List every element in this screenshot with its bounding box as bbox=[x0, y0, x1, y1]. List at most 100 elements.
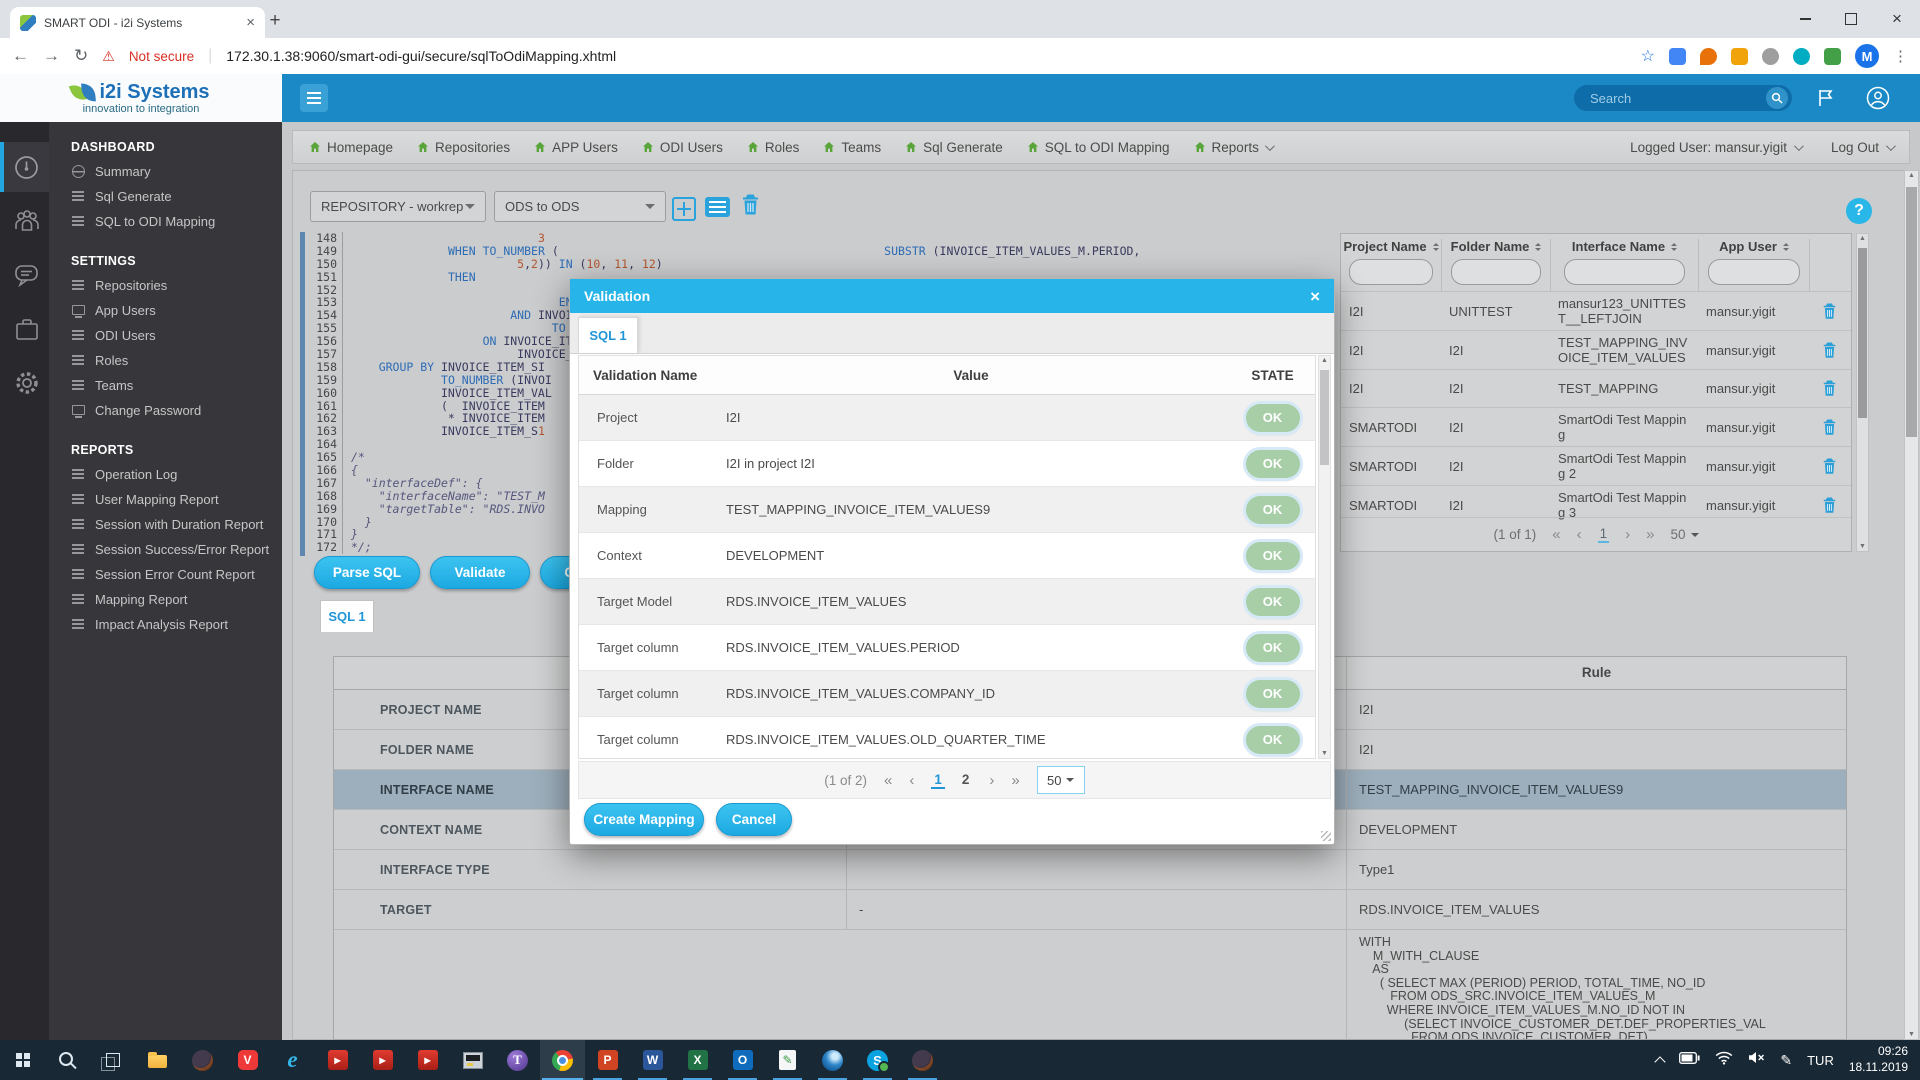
nav-item[interactable]: Reports bbox=[1194, 140, 1272, 155]
app-logo[interactable]: i2i Systems innovation to integration bbox=[0, 74, 282, 122]
column-header-folder[interactable]: Folder Name bbox=[1441, 239, 1550, 291]
nav-item[interactable]: Teams bbox=[823, 140, 881, 155]
sidebar-item[interactable]: Sql Generate bbox=[49, 184, 282, 209]
window-close-button[interactable]: × bbox=[1874, 0, 1920, 38]
list-view-icon[interactable] bbox=[705, 197, 730, 217]
tab-close-icon[interactable]: × bbox=[246, 15, 255, 30]
parse-sql-button[interactable]: Parse SQL bbox=[314, 556, 420, 589]
Target Model[interactable]: Target Model RDS.INVOICE_ITEM_VALUES OK bbox=[579, 579, 1315, 625]
rail-messages-icon[interactable] bbox=[0, 250, 49, 300]
delete-row-button[interactable] bbox=[1809, 419, 1849, 436]
Target column[interactable]: Target column RDS.INVOICE_ITEM_VALUES.OL… bbox=[579, 717, 1315, 759]
nav-item[interactable]: SQL to ODI Mapping bbox=[1027, 140, 1170, 155]
status-badge-ok[interactable]: OK bbox=[1246, 588, 1300, 616]
window-minimize-button[interactable] bbox=[1782, 0, 1828, 38]
sidebar-item[interactable]: Teams bbox=[49, 373, 282, 398]
extension-icon-teal[interactable] bbox=[1793, 48, 1810, 65]
battery-icon[interactable] bbox=[1679, 1051, 1700, 1069]
sidebar-item[interactable]: Session with Duration Report bbox=[49, 512, 282, 537]
tab-sql-1[interactable]: SQL 1 bbox=[320, 600, 374, 632]
app-dark-circle-icon-2[interactable] bbox=[900, 1040, 945, 1080]
nav-item[interactable]: Homepage bbox=[309, 140, 393, 155]
pagination-page-1[interactable]: 1 bbox=[1598, 526, 1610, 543]
Folder[interactable]: Folder I2I in project I2I OK bbox=[579, 441, 1315, 487]
page-scrollbar[interactable] bbox=[1904, 170, 1919, 1040]
excel-icon[interactable]: X bbox=[675, 1040, 720, 1080]
mappings-table-scrollbar[interactable] bbox=[1856, 233, 1869, 552]
column-header-project[interactable]: Project Name bbox=[1341, 239, 1441, 291]
rail-projects-icon[interactable] bbox=[0, 304, 49, 354]
sidebar-item[interactable]: Impact Analysis Report bbox=[49, 612, 282, 637]
pagination-prev-button[interactable]: ‹ bbox=[1577, 526, 1582, 543]
internet-explorer-icon[interactable]: e bbox=[270, 1040, 315, 1080]
table-row[interactable]: I2I UNITTEST mansur123_UNITTEST__LEFTJOI… bbox=[1341, 291, 1851, 330]
page-size-select[interactable]: 50 bbox=[1670, 527, 1698, 542]
help-button[interactable]: ? bbox=[1846, 198, 1872, 224]
Project[interactable]: Project I2I OK bbox=[579, 395, 1315, 441]
filter-input-project[interactable] bbox=[1349, 259, 1433, 285]
table-row[interactable]: SMARTODI I2I SmartOdi Test Mapping 2 man… bbox=[1341, 446, 1851, 485]
status-badge-ok[interactable]: OK bbox=[1246, 634, 1300, 662]
sidebar-item[interactable]: SQL to ODI Mapping bbox=[49, 209, 282, 234]
terminal-icon[interactable] bbox=[450, 1040, 495, 1080]
volume-muted-icon[interactable] bbox=[1748, 1051, 1765, 1069]
task-view-icon[interactable] bbox=[90, 1040, 135, 1080]
app-red-arrow-icon-3[interactable]: ▸ bbox=[405, 1040, 450, 1080]
mapping-type-select[interactable]: ODS to ODS bbox=[494, 191, 666, 222]
table-row[interactable]: I2I I2I TEST_MAPPING_INVOICE_ITEM_VALUES… bbox=[1341, 330, 1851, 369]
validate-button[interactable]: Validate bbox=[430, 556, 530, 589]
add-icon[interactable] bbox=[672, 197, 696, 221]
create-mapping-button[interactable]: Create Mapping bbox=[584, 803, 704, 836]
nav-item[interactable]: Sql Generate bbox=[905, 140, 1003, 155]
nav-item[interactable]: Repositories bbox=[417, 140, 510, 155]
pagination-first-button[interactable]: « bbox=[1552, 526, 1560, 543]
table-row[interactable]: I2I I2I TEST_MAPPING mansur.yigit bbox=[1341, 369, 1851, 407]
sidebar-item[interactable]: User Mapping Report bbox=[49, 487, 282, 512]
sidebar-item[interactable]: Operation Log bbox=[49, 462, 282, 487]
status-badge-ok[interactable]: OK bbox=[1246, 542, 1300, 570]
skype-icon[interactable]: S bbox=[855, 1040, 900, 1080]
delete-icon[interactable] bbox=[742, 194, 759, 221]
file-explorer-icon[interactable] bbox=[135, 1040, 180, 1080]
dialog-titlebar[interactable]: Validation × bbox=[570, 279, 1334, 313]
status-badge-ok[interactable]: OK bbox=[1246, 680, 1300, 708]
extension-icon-translate[interactable] bbox=[1669, 48, 1686, 65]
logged-user-menu[interactable]: Logged User: mansur.yigit bbox=[1630, 140, 1801, 155]
sidebar-item[interactable]: SETTINGS bbox=[49, 246, 282, 273]
delete-row-button[interactable] bbox=[1809, 342, 1849, 359]
extension-icon-ublock[interactable] bbox=[1700, 48, 1717, 65]
outlook-icon[interactable]: O bbox=[720, 1040, 765, 1080]
toad-icon[interactable]: T bbox=[495, 1040, 540, 1080]
table-row[interactable]: SMARTODI I2I SmartOdi Test Mapping mansu… bbox=[1341, 407, 1851, 446]
Mapping[interactable]: Mapping TEST_MAPPING_INVOICE_ITEM_VALUES… bbox=[579, 487, 1315, 533]
app-red-arrow-icon-2[interactable]: ▸ bbox=[360, 1040, 405, 1080]
browser-menu-icon[interactable]: ⋮ bbox=[1893, 47, 1908, 65]
not-secure-warning-icon[interactable]: ⚠ bbox=[102, 48, 115, 65]
nav-item[interactable]: Roles bbox=[747, 140, 800, 155]
word-icon[interactable]: W bbox=[630, 1040, 675, 1080]
pagination-last-button[interactable]: » bbox=[1011, 772, 1019, 789]
rail-users-icon[interactable] bbox=[0, 196, 49, 246]
scrollbar-thumb[interactable] bbox=[1906, 187, 1917, 437]
sidebar-item[interactable]: Roles bbox=[49, 348, 282, 373]
forward-icon[interactable]: → bbox=[43, 46, 60, 66]
search-input[interactable] bbox=[1588, 90, 1732, 107]
vivaldi-icon[interactable]: V bbox=[225, 1040, 270, 1080]
filter-input-appuser[interactable] bbox=[1708, 259, 1800, 285]
sidebar-item[interactable]: Change Password bbox=[49, 398, 282, 423]
cancel-button[interactable]: Cancel bbox=[716, 803, 792, 836]
clock[interactable]: 09:26 18.11.2019 bbox=[1849, 1044, 1908, 1075]
language-indicator[interactable]: TUR bbox=[1807, 1053, 1834, 1068]
column-header-interface[interactable]: Interface Name bbox=[1550, 239, 1698, 291]
pen-icon[interactable]: ✎ bbox=[1780, 1052, 1792, 1069]
pagination-next-button[interactable]: › bbox=[989, 772, 994, 789]
delete-row-button[interactable] bbox=[1809, 497, 1849, 514]
user-account-icon[interactable] bbox=[1866, 86, 1890, 115]
filter-input-folder[interactable] bbox=[1451, 259, 1541, 285]
profile-avatar[interactable]: M bbox=[1855, 44, 1879, 68]
sidebar-item[interactable]: REPORTS bbox=[49, 435, 282, 462]
logout-menu[interactable]: Log Out bbox=[1831, 140, 1893, 155]
sidebar-item[interactable]: Session Error Count Report bbox=[49, 562, 282, 587]
delete-row-button[interactable] bbox=[1809, 303, 1849, 320]
notes-icon[interactable]: ✎ bbox=[765, 1040, 810, 1080]
